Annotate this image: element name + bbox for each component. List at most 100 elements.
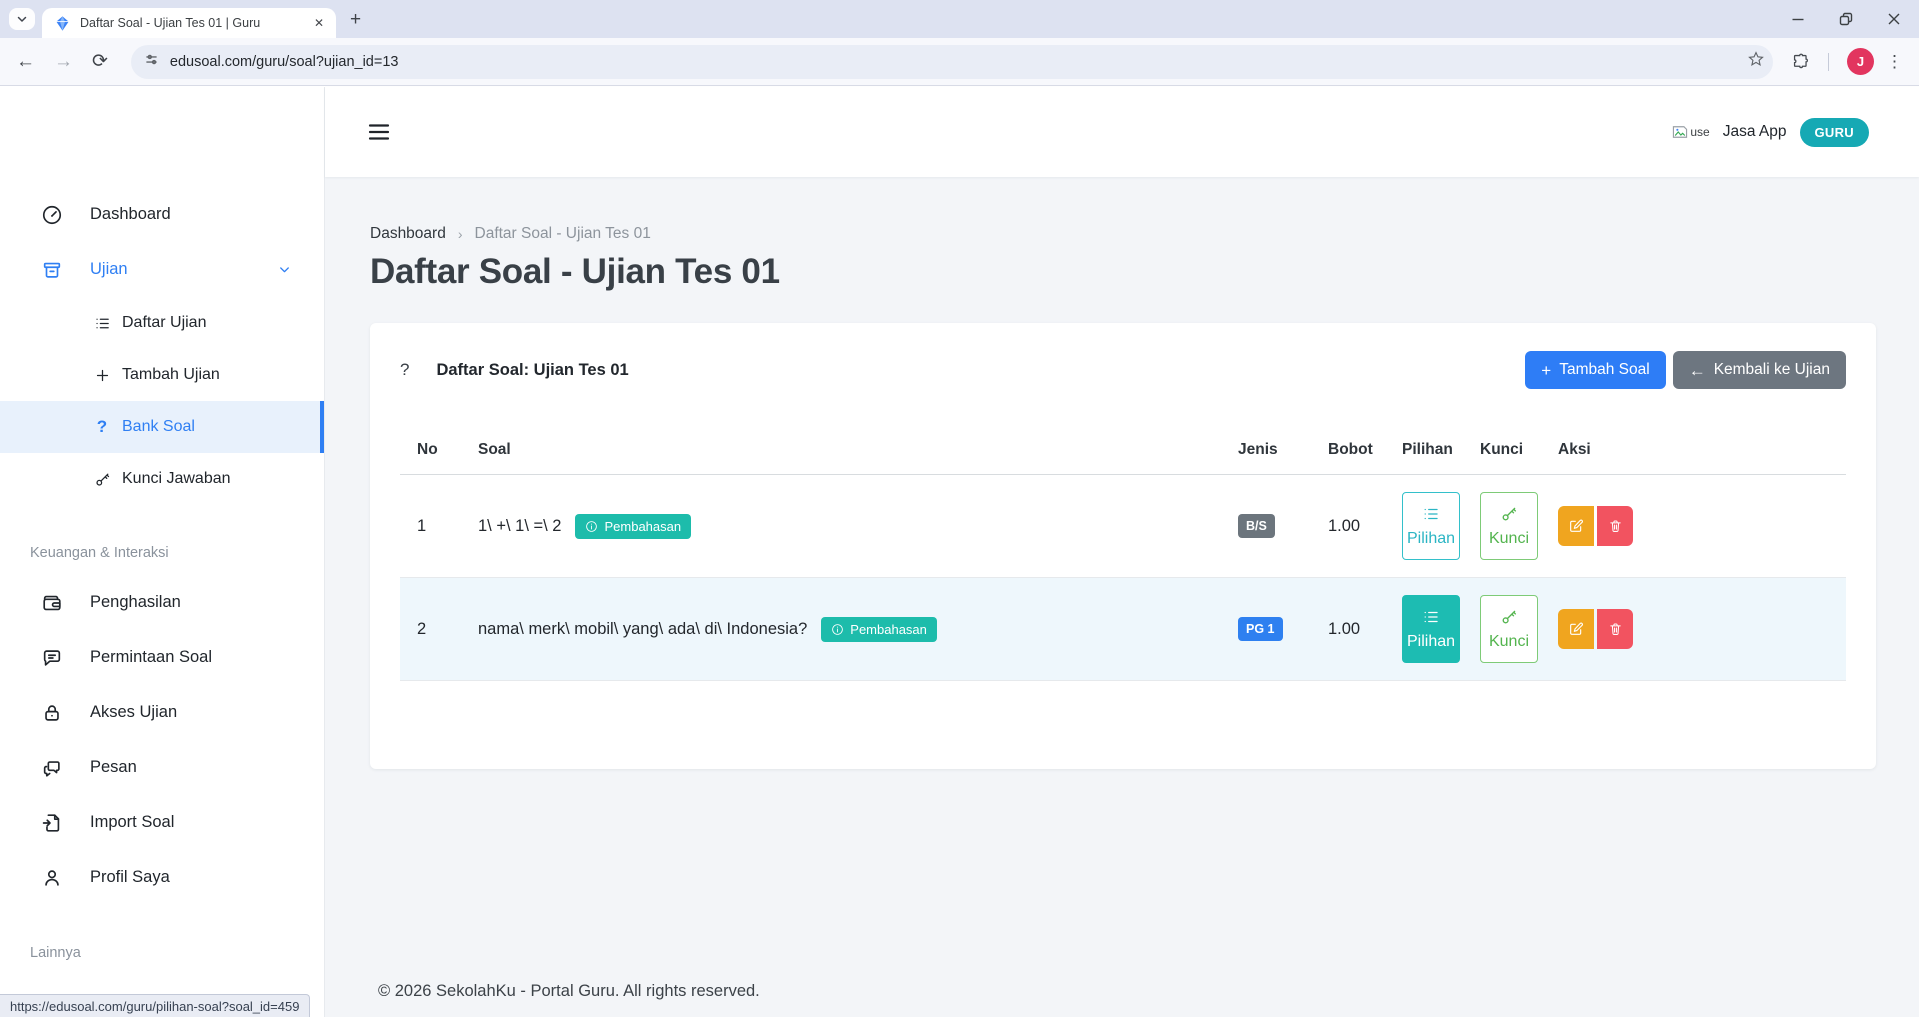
column-header-aksi: Aksi xyxy=(1546,441,1846,459)
sidebar-item-label: Penghasilan xyxy=(90,593,181,612)
browser-profile-avatar[interactable]: J xyxy=(1847,48,1874,75)
sidebar-item-profil-saya[interactable]: Profil Saya xyxy=(0,850,324,905)
person-icon xyxy=(40,867,64,889)
pembahasan-label: Pembahasan xyxy=(850,622,927,637)
tab-search-button[interactable] xyxy=(9,8,35,30)
window-minimize-button[interactable] xyxy=(1791,12,1805,26)
browser-tab[interactable]: Daftar Soal - Ujian Tes 01 | Guru ✕ xyxy=(42,8,336,38)
sidebar-section-label: Keuangan & Interaksi xyxy=(0,537,324,569)
footer-copyright: © 2026 SekolahKu - Portal Guru. All righ… xyxy=(378,982,760,1001)
question-cell: 1\ +\ 1\ =\ 2 Pembahasan xyxy=(478,514,1226,539)
add-question-button[interactable]: + Tambah Soal xyxy=(1525,351,1665,389)
sidebar-item-penghasilan[interactable]: Penghasilan xyxy=(0,575,324,630)
arrow-left-icon: ← xyxy=(1689,362,1706,379)
toolbar-divider xyxy=(1828,53,1829,71)
pilihan-button[interactable]: Pilihan xyxy=(1402,492,1460,560)
app-navbar: use Jasa App GURU xyxy=(325,87,1919,177)
chevron-down-icon xyxy=(277,262,292,277)
info-icon xyxy=(831,623,844,636)
aksi-cell xyxy=(1546,609,1846,649)
dashboard-icon xyxy=(40,204,64,226)
browser-tab-strip: Daftar Soal - Ujian Tes 01 | Guru ✕ + xyxy=(0,0,1919,38)
sidebar: Dashboard Ujian Daftar UjianTambah Ujian?B… xyxy=(0,87,325,1017)
site-info-icon[interactable] xyxy=(143,51,160,73)
sidebar-item-label: Pesan xyxy=(90,758,137,777)
kunci-cell: Kunci xyxy=(1468,595,1546,663)
status-bar-link: https://edusoal.com/guru/pilihan-soal?so… xyxy=(0,994,310,1017)
extensions-icon[interactable] xyxy=(1791,52,1810,71)
list-icon xyxy=(92,315,112,332)
broken-image-alt-text: use xyxy=(1690,125,1709,139)
page-title: Daftar Soal - Ujian Tes 01 xyxy=(370,252,1876,292)
file-import-icon xyxy=(40,812,64,834)
column-header-bobot: Bobot xyxy=(1316,441,1390,459)
sidebar-item-pesan[interactable]: Pesan xyxy=(0,740,324,795)
pembahasan-badge[interactable]: Pembahasan xyxy=(821,617,937,642)
delete-button[interactable] xyxy=(1597,609,1633,649)
key-icon xyxy=(1500,608,1518,626)
jenis-cell: PG 1 xyxy=(1226,620,1316,638)
column-header-jenis: Jenis xyxy=(1226,441,1316,459)
plus-icon: + xyxy=(1541,362,1551,379)
aksi-cell xyxy=(1546,506,1846,546)
pencil-square-icon xyxy=(1568,518,1584,534)
sidebar-item-label: Ujian xyxy=(90,260,128,279)
window-restore-button[interactable] xyxy=(1839,12,1853,26)
breadcrumb-current: Daftar Soal - Ujian Tes 01 xyxy=(475,225,651,243)
sidebar-item-akses-ujian[interactable]: Akses Ujian xyxy=(0,685,324,740)
sidebar-item-import-soal[interactable]: Import Soal xyxy=(0,795,324,850)
breadcrumb-dashboard-link[interactable]: Dashboard xyxy=(370,225,446,243)
sidebar-item-permintaan-soal[interactable]: Permintaan Soal xyxy=(0,630,324,685)
sidebar-item-dashboard[interactable]: Dashboard xyxy=(0,187,324,242)
navbar-user-area[interactable]: use Jasa App GURU xyxy=(1672,118,1869,147)
new-tab-button[interactable]: + xyxy=(350,10,361,29)
tab-title: Daftar Soal - Ujian Tes 01 | Guru xyxy=(80,16,310,30)
edit-button[interactable] xyxy=(1558,609,1594,649)
tab-close-button[interactable]: ✕ xyxy=(310,14,328,32)
question-cell: nama\ merk\ mobil\ yang\ ada\ di\ Indone… xyxy=(478,617,1226,642)
chats-icon xyxy=(40,757,64,779)
table-row: 1 1\ +\ 1\ =\ 2 Pembahasan B/S 1.00 Pili… xyxy=(400,475,1846,578)
screen: Daftar Soal - Ujian Tes 01 | Guru ✕ + ← … xyxy=(0,0,1919,1017)
forward-button[interactable]: → xyxy=(54,52,73,71)
bookmark-star-icon[interactable] xyxy=(1747,50,1765,73)
pembahasan-badge[interactable]: Pembahasan xyxy=(575,514,691,539)
card-header: ? Daftar Soal: Ujian Tes 01 + Tambah Soa… xyxy=(400,351,1846,389)
back-button[interactable]: ← xyxy=(16,52,35,71)
column-header-soal: Soal xyxy=(478,441,1226,459)
broken-image-icon: use xyxy=(1672,125,1709,139)
table-header-row: NoSoalJenisBobotPilihanKunciAksi xyxy=(400,425,1846,475)
pilihan-button[interactable]: Pilihan xyxy=(1402,595,1460,663)
sidebar-item-label: Dashboard xyxy=(90,205,171,224)
hamburger-menu-icon[interactable] xyxy=(368,123,390,141)
url-bar[interactable]: edusoal.com/guru/soal?ujian_id=13 xyxy=(131,45,1773,79)
reload-button[interactable]: ⟳ xyxy=(92,52,108,71)
browser-menu-icon[interactable]: ⋮ xyxy=(1886,52,1903,72)
question-circle-icon: ? xyxy=(400,360,409,380)
delete-button[interactable] xyxy=(1597,506,1633,546)
kunci-button[interactable]: Kunci xyxy=(1480,492,1538,560)
edit-button[interactable] xyxy=(1558,506,1594,546)
kunci-button[interactable]: Kunci xyxy=(1480,595,1538,663)
sidebar-menu: Dashboard Ujian Daftar UjianTambah Ujian?B… xyxy=(0,187,324,969)
card-title: Daftar Soal: Ujian Tes 01 xyxy=(436,361,628,380)
column-header-pilihan: Pilihan xyxy=(1390,441,1468,459)
trash-icon xyxy=(1608,621,1623,637)
pilihan-cell: Pilihan xyxy=(1390,595,1468,663)
list-icon xyxy=(1422,505,1440,523)
window-close-button[interactable] xyxy=(1887,12,1901,26)
sidebar-item-ujian[interactable]: Ujian xyxy=(0,242,324,297)
plus-icon xyxy=(92,367,112,384)
column-header-kunci: Kunci xyxy=(1468,441,1546,459)
kunci-cell: Kunci xyxy=(1468,492,1546,560)
sidebar-item-label: Profil Saya xyxy=(90,868,170,887)
sidebar-item-kunci-jawaban[interactable]: Kunci Jawaban xyxy=(0,453,324,505)
sidebar-item-label: Bank Soal xyxy=(122,418,195,436)
back-to-exam-button[interactable]: ← Kembali ke Ujian xyxy=(1673,351,1846,389)
sidebar-item-tambah-ujian[interactable]: Tambah Ujian xyxy=(0,349,324,401)
sidebar-item-daftar-ujian[interactable]: Daftar Ujian xyxy=(0,297,324,349)
sidebar-item-bank-soal[interactable]: ?Bank Soal xyxy=(0,401,324,453)
row-number: 2 xyxy=(400,620,478,639)
pembahasan-label: Pembahasan xyxy=(604,519,681,534)
browser-toolbar: ← → ⟳ edusoal.com/guru/soal?ujian_id=13 … xyxy=(0,38,1919,86)
